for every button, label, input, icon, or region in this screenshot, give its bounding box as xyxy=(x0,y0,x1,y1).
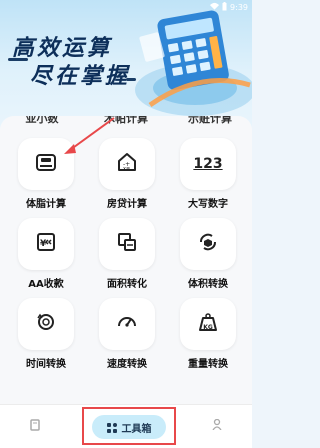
banner-decor-line xyxy=(8,58,28,61)
toolbox-tab-highlight: 工具箱 xyxy=(82,407,176,445)
toolbox-icon xyxy=(106,418,117,437)
tool-label: 重量转换 xyxy=(188,359,228,370)
battery-icon xyxy=(222,1,227,13)
tab-toolbox-label: 工具箱 xyxy=(121,423,152,435)
status-time: 9:39 xyxy=(230,2,248,12)
speedometer-icon xyxy=(116,311,138,337)
tool-time-convert-tile[interactable] xyxy=(18,298,74,350)
clock-convert-icon xyxy=(35,311,57,337)
bottom-nav: 工具箱 xyxy=(0,404,252,448)
svg-text:¥: ¥ xyxy=(40,239,47,249)
tool-label: 体积转换 xyxy=(188,279,228,290)
banner-decor-line xyxy=(126,78,136,81)
tool-label: 面积转化 xyxy=(107,279,147,290)
toolbox-panel: 亚小数 木帕计算 示赃计算 体脂计算 -+ x= 房贷计算 123 大写数字 ¥… xyxy=(0,116,252,406)
promo-banner: 高效运算 尽在掌握 xyxy=(0,0,252,128)
tool-weight-convert[interactable]: KG 重量转换 xyxy=(180,298,236,370)
weight-kg-label: KG xyxy=(203,323,213,331)
tool-time-convert[interactable]: 时间转换 xyxy=(18,298,74,370)
calculator-tab-icon[interactable] xyxy=(30,419,40,434)
status-bar: 9:39 xyxy=(0,0,252,14)
tool-speed-convert-tile[interactable] xyxy=(99,298,155,350)
banner-headline-2: 尽在掌握 xyxy=(30,63,131,89)
tool-label: 速度转换 xyxy=(107,359,147,370)
tool-weight-convert-tile[interactable]: KG xyxy=(180,298,236,350)
tool-label: 时间转换 xyxy=(26,359,66,370)
annotation-arrow xyxy=(64,117,115,154)
tab-toolbox[interactable]: 工具箱 xyxy=(92,415,166,439)
profile-tab-icon[interactable] xyxy=(212,418,222,433)
tool-label: AA收款 xyxy=(28,279,64,290)
wifi-icon xyxy=(210,2,220,12)
tool-speed-convert[interactable]: 速度转换 xyxy=(99,298,155,370)
